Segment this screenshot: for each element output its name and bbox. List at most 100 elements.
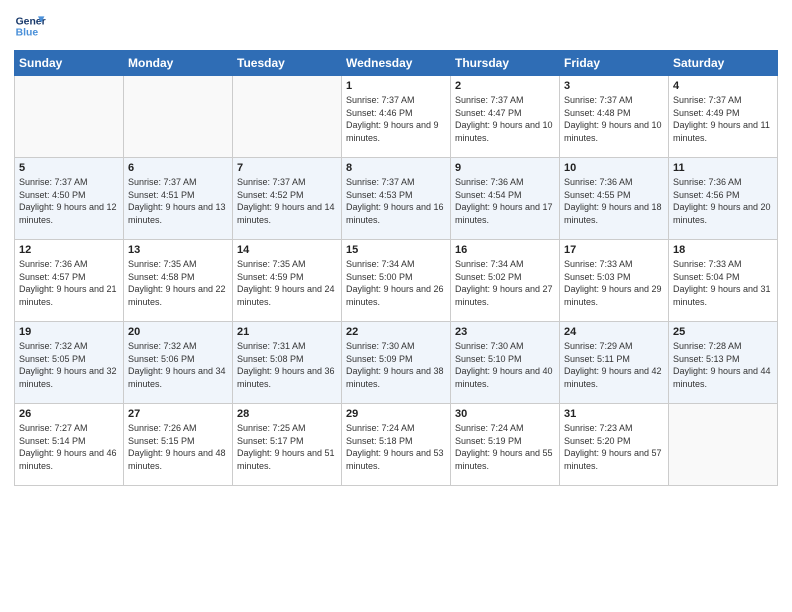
calendar-cell: 18 Sunrise: 7:33 AM Sunset: 5:04 PM Dayli… xyxy=(669,240,778,322)
day-number: 25 xyxy=(673,326,773,338)
calendar-cell: 13 Sunrise: 7:35 AM Sunset: 4:58 PM Dayli… xyxy=(124,240,233,322)
day-number: 24 xyxy=(564,326,664,338)
calendar-cell: 9Sunrise: 7:36 AM Sunset: 4:54 PM Daylig… xyxy=(451,158,560,240)
day-info: Sunrise: 7:37 AM Sunset: 4:50 PM Dayligh… xyxy=(19,176,119,226)
calendar-cell: 14Sunrise: 7:35 AM Sunset: 4:59 PM Dayli… xyxy=(233,240,342,322)
weekday-header-tuesday: Tuesday xyxy=(233,51,342,76)
day-number: 7 xyxy=(237,162,337,174)
svg-text:Blue: Blue xyxy=(16,28,39,39)
calendar-cell: 26 Sunrise: 7:27 AM Sunset: 5:14 PM Dayli… xyxy=(15,404,124,486)
day-info: Sunrise: 7:24 AM Sunset: 5:19 PM Dayligh… xyxy=(455,422,555,472)
week-row-2: 5 Sunrise: 7:37 AM Sunset: 4:50 PM Daylig… xyxy=(15,158,778,240)
day-number: 19 xyxy=(19,326,119,338)
calendar-cell: 2 Sunrise: 7:37 AM Sunset: 4:47 PM Daylig… xyxy=(451,76,560,158)
logo-icon: General Blue xyxy=(14,10,46,42)
calendar-cell: 28 Sunrise: 7:25 AM Sunset: 5:17 PM Dayli… xyxy=(233,404,342,486)
calendar-cell: 27Sunrise: 7:26 AM Sunset: 5:15 PM Dayli… xyxy=(124,404,233,486)
calendar-cell xyxy=(15,76,124,158)
calendar-cell: 25 Sunrise: 7:28 AM Sunset: 5:13 PM Dayli… xyxy=(669,322,778,404)
calendar-cell: 6 Sunrise: 7:37 AM Sunset: 4:51 PM Daylig… xyxy=(124,158,233,240)
day-info: Sunrise: 7:33 AM Sunset: 5:04 PM Dayligh… xyxy=(673,258,773,308)
calendar-cell: 30 Sunrise: 7:24 AM Sunset: 5:19 PM Dayli… xyxy=(451,404,560,486)
day-number: 21 xyxy=(237,326,337,338)
day-number: 31 xyxy=(564,408,664,420)
day-number: 28 xyxy=(237,408,337,420)
day-info: Sunrise: 7:24 AM Sunset: 5:18 PM Dayligh… xyxy=(346,422,446,472)
weekday-header-friday: Friday xyxy=(560,51,669,76)
day-info: Sunrise: 7:36 AM Sunset: 4:56 PM Dayligh… xyxy=(673,176,773,226)
day-info: Sunrise: 7:37 AM Sunset: 4:47 PM Dayligh… xyxy=(455,94,555,144)
day-info: Sunrise: 7:23 AM Sunset: 5:20 PM Dayligh… xyxy=(564,422,664,472)
day-info: Sunrise: 7:37 AM Sunset: 4:48 PM Dayligh… xyxy=(564,94,664,144)
day-number: 8 xyxy=(346,162,446,174)
calendar-cell: 15 Sunrise: 7:34 AM Sunset: 5:00 PM Dayli… xyxy=(342,240,451,322)
calendar-cell: 7Sunrise: 7:37 AM Sunset: 4:52 PM Daylig… xyxy=(233,158,342,240)
header: General Blue xyxy=(14,10,778,42)
day-number: 20 xyxy=(128,326,228,338)
day-number: 29 xyxy=(346,408,446,420)
weekday-header-row: SundayMondayTuesdayWednesdayThursdayFrid… xyxy=(15,51,778,76)
calendar-cell xyxy=(124,76,233,158)
calendar-table: SundayMondayTuesdayWednesdayThursdayFrid… xyxy=(14,50,778,486)
day-info: Sunrise: 7:34 AM Sunset: 5:00 PM Dayligh… xyxy=(346,258,446,308)
calendar-cell: 20 Sunrise: 7:32 AM Sunset: 5:06 PM Dayli… xyxy=(124,322,233,404)
week-row-1: 1Sunrise: 7:37 AM Sunset: 4:46 PM Daylig… xyxy=(15,76,778,158)
day-info: Sunrise: 7:30 AM Sunset: 5:10 PM Dayligh… xyxy=(455,340,555,390)
calendar-cell: 3 Sunrise: 7:37 AM Sunset: 4:48 PM Daylig… xyxy=(560,76,669,158)
day-number: 23 xyxy=(455,326,555,338)
day-number: 17 xyxy=(564,244,664,256)
calendar-cell: 1Sunrise: 7:37 AM Sunset: 4:46 PM Daylig… xyxy=(342,76,451,158)
day-number: 26 xyxy=(19,408,119,420)
calendar-cell: 5 Sunrise: 7:37 AM Sunset: 4:50 PM Daylig… xyxy=(15,158,124,240)
day-number: 2 xyxy=(455,80,555,92)
day-number: 13 xyxy=(128,244,228,256)
day-number: 15 xyxy=(346,244,446,256)
day-info: Sunrise: 7:29 AM Sunset: 5:11 PM Dayligh… xyxy=(564,340,664,390)
day-info: Sunrise: 7:25 AM Sunset: 5:17 PM Dayligh… xyxy=(237,422,337,472)
day-info: Sunrise: 7:37 AM Sunset: 4:49 PM Dayligh… xyxy=(673,94,773,144)
day-info: Sunrise: 7:30 AM Sunset: 5:09 PM Dayligh… xyxy=(346,340,446,390)
calendar-cell: 23 Sunrise: 7:30 AM Sunset: 5:10 PM Dayli… xyxy=(451,322,560,404)
weekday-header-saturday: Saturday xyxy=(669,51,778,76)
calendar-cell: 21 Sunrise: 7:31 AM Sunset: 5:08 PM Dayli… xyxy=(233,322,342,404)
calendar-cell: 17 Sunrise: 7:33 AM Sunset: 5:03 PM Dayli… xyxy=(560,240,669,322)
week-row-4: 19 Sunrise: 7:32 AM Sunset: 5:05 PM Dayli… xyxy=(15,322,778,404)
day-number: 6 xyxy=(128,162,228,174)
calendar-cell: 22Sunrise: 7:30 AM Sunset: 5:09 PM Dayli… xyxy=(342,322,451,404)
day-number: 4 xyxy=(673,80,773,92)
day-info: Sunrise: 7:36 AM Sunset: 4:54 PM Dayligh… xyxy=(455,176,555,226)
day-info: Sunrise: 7:32 AM Sunset: 5:06 PM Dayligh… xyxy=(128,340,228,390)
day-info: Sunrise: 7:27 AM Sunset: 5:14 PM Dayligh… xyxy=(19,422,119,472)
calendar-page: General Blue SundayMondayTuesdayWednesda… xyxy=(0,0,792,612)
day-info: Sunrise: 7:37 AM Sunset: 4:53 PM Dayligh… xyxy=(346,176,446,226)
calendar-cell: 11Sunrise: 7:36 AM Sunset: 4:56 PM Dayli… xyxy=(669,158,778,240)
calendar-cell: 4 Sunrise: 7:37 AM Sunset: 4:49 PM Daylig… xyxy=(669,76,778,158)
day-number: 10 xyxy=(564,162,664,174)
day-info: Sunrise: 7:26 AM Sunset: 5:15 PM Dayligh… xyxy=(128,422,228,472)
day-number: 12 xyxy=(19,244,119,256)
day-number: 16 xyxy=(455,244,555,256)
calendar-cell xyxy=(233,76,342,158)
day-info: Sunrise: 7:33 AM Sunset: 5:03 PM Dayligh… xyxy=(564,258,664,308)
calendar-cell: 19 Sunrise: 7:32 AM Sunset: 5:05 PM Dayli… xyxy=(15,322,124,404)
day-info: Sunrise: 7:32 AM Sunset: 5:05 PM Dayligh… xyxy=(19,340,119,390)
weekday-header-monday: Monday xyxy=(124,51,233,76)
week-row-3: 12 Sunrise: 7:36 AM Sunset: 4:57 PM Dayli… xyxy=(15,240,778,322)
weekday-header-sunday: Sunday xyxy=(15,51,124,76)
day-info: Sunrise: 7:28 AM Sunset: 5:13 PM Dayligh… xyxy=(673,340,773,390)
day-number: 18 xyxy=(673,244,773,256)
logo: General Blue xyxy=(14,10,46,42)
day-number: 5 xyxy=(19,162,119,174)
calendar-cell xyxy=(669,404,778,486)
calendar-cell: 12 Sunrise: 7:36 AM Sunset: 4:57 PM Dayli… xyxy=(15,240,124,322)
day-number: 3 xyxy=(564,80,664,92)
calendar-cell: 29 Sunrise: 7:24 AM Sunset: 5:18 PM Dayli… xyxy=(342,404,451,486)
day-info: Sunrise: 7:36 AM Sunset: 4:57 PM Dayligh… xyxy=(19,258,119,308)
day-info: Sunrise: 7:35 AM Sunset: 4:58 PM Dayligh… xyxy=(128,258,228,308)
day-info: Sunrise: 7:31 AM Sunset: 5:08 PM Dayligh… xyxy=(237,340,337,390)
day-info: Sunrise: 7:35 AM Sunset: 4:59 PM Dayligh… xyxy=(237,258,337,308)
calendar-cell: 24 Sunrise: 7:29 AM Sunset: 5:11 PM Dayli… xyxy=(560,322,669,404)
day-number: 30 xyxy=(455,408,555,420)
weekday-header-thursday: Thursday xyxy=(451,51,560,76)
day-info: Sunrise: 7:37 AM Sunset: 4:51 PM Dayligh… xyxy=(128,176,228,226)
